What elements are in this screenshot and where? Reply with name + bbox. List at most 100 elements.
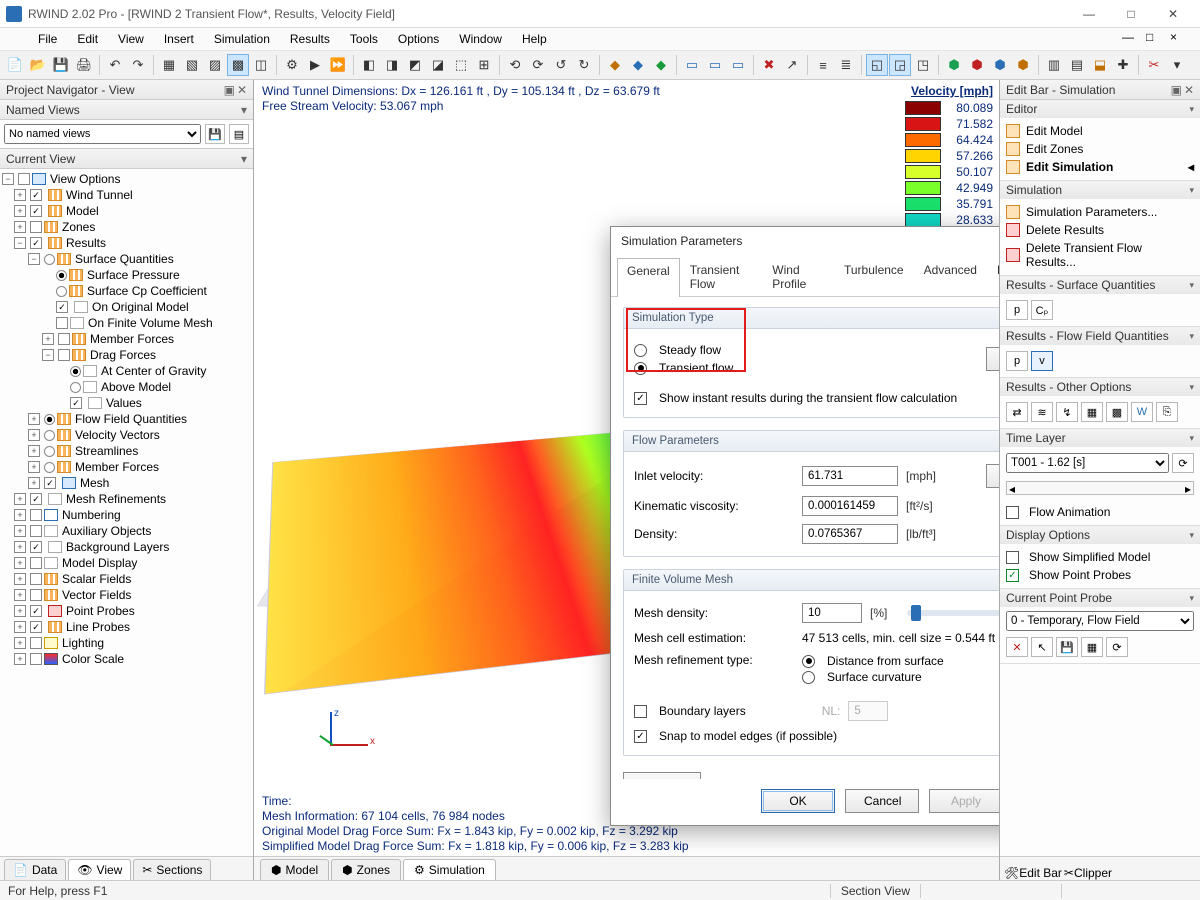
btn-cp[interactable]: Cₚ (1031, 300, 1053, 320)
tb-m1[interactable]: ▥ (1043, 54, 1065, 76)
eb-pin-icon[interactable]: ▣ (1171, 83, 1182, 97)
tb-run2[interactable]: ⏩ (327, 54, 349, 76)
tree-line-probes[interactable]: Line Probes (64, 619, 130, 635)
tb-grid4[interactable]: ▩ (227, 54, 249, 76)
tb-sel1[interactable]: ◱ (866, 54, 888, 76)
tab-turbulence[interactable]: Turbulence (834, 257, 914, 296)
tb-c3[interactable]: ◆ (650, 54, 672, 76)
left-tab-data[interactable]: 📄Data (4, 859, 66, 880)
opt-7[interactable]: ⎘ (1156, 402, 1178, 422)
kin-input[interactable] (802, 496, 898, 516)
tree-zones[interactable]: Zones (60, 219, 95, 235)
mdi-close[interactable]: × (1170, 30, 1192, 48)
probe-select[interactable]: 0 - Temporary, Flow Field (1006, 611, 1194, 631)
tb-v3[interactable]: ◩ (404, 54, 426, 76)
edit-zones[interactable]: Edit Zones (1006, 140, 1194, 158)
tb-layer1[interactable]: ≡ (812, 54, 834, 76)
tb-redo[interactable]: ↷ (127, 54, 149, 76)
tab-general[interactable]: General (617, 258, 680, 297)
chk-probes[interactable] (1006, 569, 1019, 582)
time-scrollbar[interactable]: ◂▸ (1006, 481, 1194, 495)
inlet-input[interactable] (802, 466, 898, 486)
mdi-min[interactable]: — (1122, 30, 1144, 48)
tree-at-cog[interactable]: At Center of Gravity (99, 363, 206, 379)
right-tab-editbar[interactable]: 🛠Edit Bar (1004, 866, 1062, 880)
chk-boundary[interactable] (634, 705, 647, 718)
tree-values[interactable]: Values (104, 395, 142, 411)
mdi-max[interactable]: □ (1146, 30, 1168, 48)
tb-print[interactable]: 🖨 (73, 54, 95, 76)
named-view-manage-button[interactable]: ▤ (229, 124, 249, 144)
navigator-tree[interactable]: −View Options +Wind Tunnel +Model +Zones… (0, 169, 253, 856)
delete-results[interactable]: Delete Results (1006, 221, 1194, 239)
menu-insert[interactable]: Insert (154, 29, 204, 49)
chk-snap-label[interactable]: Snap to model edges (if possible) (659, 729, 837, 743)
edit-simulation[interactable]: Edit Simulation◂ (1006, 158, 1194, 176)
tree-flow-field-q[interactable]: Flow Field Quantities (73, 411, 187, 427)
chk-flow-anim[interactable] (1006, 506, 1019, 519)
tb-layer2[interactable]: ≣ (835, 54, 857, 76)
btn-p2[interactable]: p (1006, 351, 1028, 371)
viewport[interactable]: Wind Tunnel Dimensions: Dx = 126.161 ft … (254, 80, 1000, 880)
tb-run[interactable]: ▶ (304, 54, 326, 76)
radio-dist-label[interactable]: Distance from surface (827, 654, 944, 668)
tb-c2[interactable]: ◆ (627, 54, 649, 76)
close-button[interactable]: ✕ (1152, 0, 1194, 28)
radio-steady-label[interactable]: Steady flow (659, 343, 721, 357)
tab-particles[interactable]: Particles (987, 257, 1000, 296)
btn-p[interactable]: p (1006, 300, 1028, 320)
close-panel-icon[interactable]: ✕ (237, 83, 247, 97)
probe-save[interactable]: 💾 (1056, 637, 1078, 657)
menu-edit[interactable]: Edit (67, 29, 108, 49)
menu-options[interactable]: Options (388, 29, 449, 49)
menu-results[interactable]: Results (280, 29, 340, 49)
menu-file[interactable]: File (28, 29, 67, 49)
cancel-button[interactable]: Cancel (845, 789, 919, 813)
tab-model[interactable]: ⬢Model (260, 859, 329, 880)
tb-sc2[interactable]: ▾ (1166, 54, 1188, 76)
chk-boundary-label[interactable]: Boundary layers (659, 704, 746, 718)
radio-steady[interactable] (634, 344, 647, 357)
den-input[interactable] (802, 524, 898, 544)
tb-gear[interactable]: ⚙ (281, 54, 303, 76)
flow-anim-label[interactable]: Flow Animation (1029, 505, 1110, 519)
tb-box3[interactable]: ▭ (727, 54, 749, 76)
tb-cube2[interactable]: ⬢ (966, 54, 988, 76)
tb-v1[interactable]: ◧ (358, 54, 380, 76)
tb-undo[interactable]: ↶ (104, 54, 126, 76)
probe-pick[interactable]: ↖ (1031, 637, 1053, 657)
tb-open[interactable]: 📂 (27, 54, 49, 76)
tb-grid2[interactable]: ▧ (181, 54, 203, 76)
tree-mesh[interactable]: Mesh (78, 475, 109, 491)
tb-r2[interactable]: ⟳ (527, 54, 549, 76)
tree-member-forces2[interactable]: Member Forces (73, 459, 159, 475)
minimize-button[interactable]: — (1068, 0, 1110, 28)
tree-color-scale[interactable]: Color Scale (60, 651, 124, 667)
tree-aux-objects[interactable]: Auxiliary Objects (60, 523, 151, 539)
left-tab-sections[interactable]: ✂Sections (133, 859, 211, 880)
tb-x2[interactable]: ↗ (781, 54, 803, 76)
tree-view-options[interactable]: View Options (48, 171, 120, 187)
eb-close-icon[interactable]: ✕ (1184, 83, 1194, 97)
chk-show-instant[interactable] (634, 392, 647, 405)
density-input[interactable] (802, 603, 862, 623)
tab-zones[interactable]: ⬢Zones (331, 859, 401, 880)
probe-refresh[interactable]: ⟳ (1106, 637, 1128, 657)
opt-4[interactable]: ▦ (1081, 402, 1103, 422)
tb-cube3[interactable]: ⬢ (989, 54, 1011, 76)
tree-scalar-fields[interactable]: Scalar Fields (60, 571, 131, 587)
tb-m3[interactable]: ⬓ (1089, 54, 1111, 76)
menu-simulation[interactable]: Simulation (204, 29, 280, 49)
time-layer-refresh[interactable]: ⟳ (1172, 453, 1194, 473)
menu-help[interactable]: Help (512, 29, 557, 49)
menu-tools[interactable]: Tools (340, 29, 388, 49)
tree-on-original[interactable]: On Original Model (90, 299, 189, 315)
settings-button[interactable]: Settings... (986, 347, 1000, 371)
tree-point-probes[interactable]: Point Probes (64, 603, 135, 619)
named-view-save-button[interactable]: 💾 (205, 124, 225, 144)
tb-cube1[interactable]: ⬢ (943, 54, 965, 76)
time-layer-select[interactable]: T001 - 1.62 [s] (1006, 453, 1169, 473)
tb-box1[interactable]: ▭ (681, 54, 703, 76)
probe-chart[interactable]: ▦ (1081, 637, 1103, 657)
btn-v[interactable]: v (1031, 351, 1053, 371)
